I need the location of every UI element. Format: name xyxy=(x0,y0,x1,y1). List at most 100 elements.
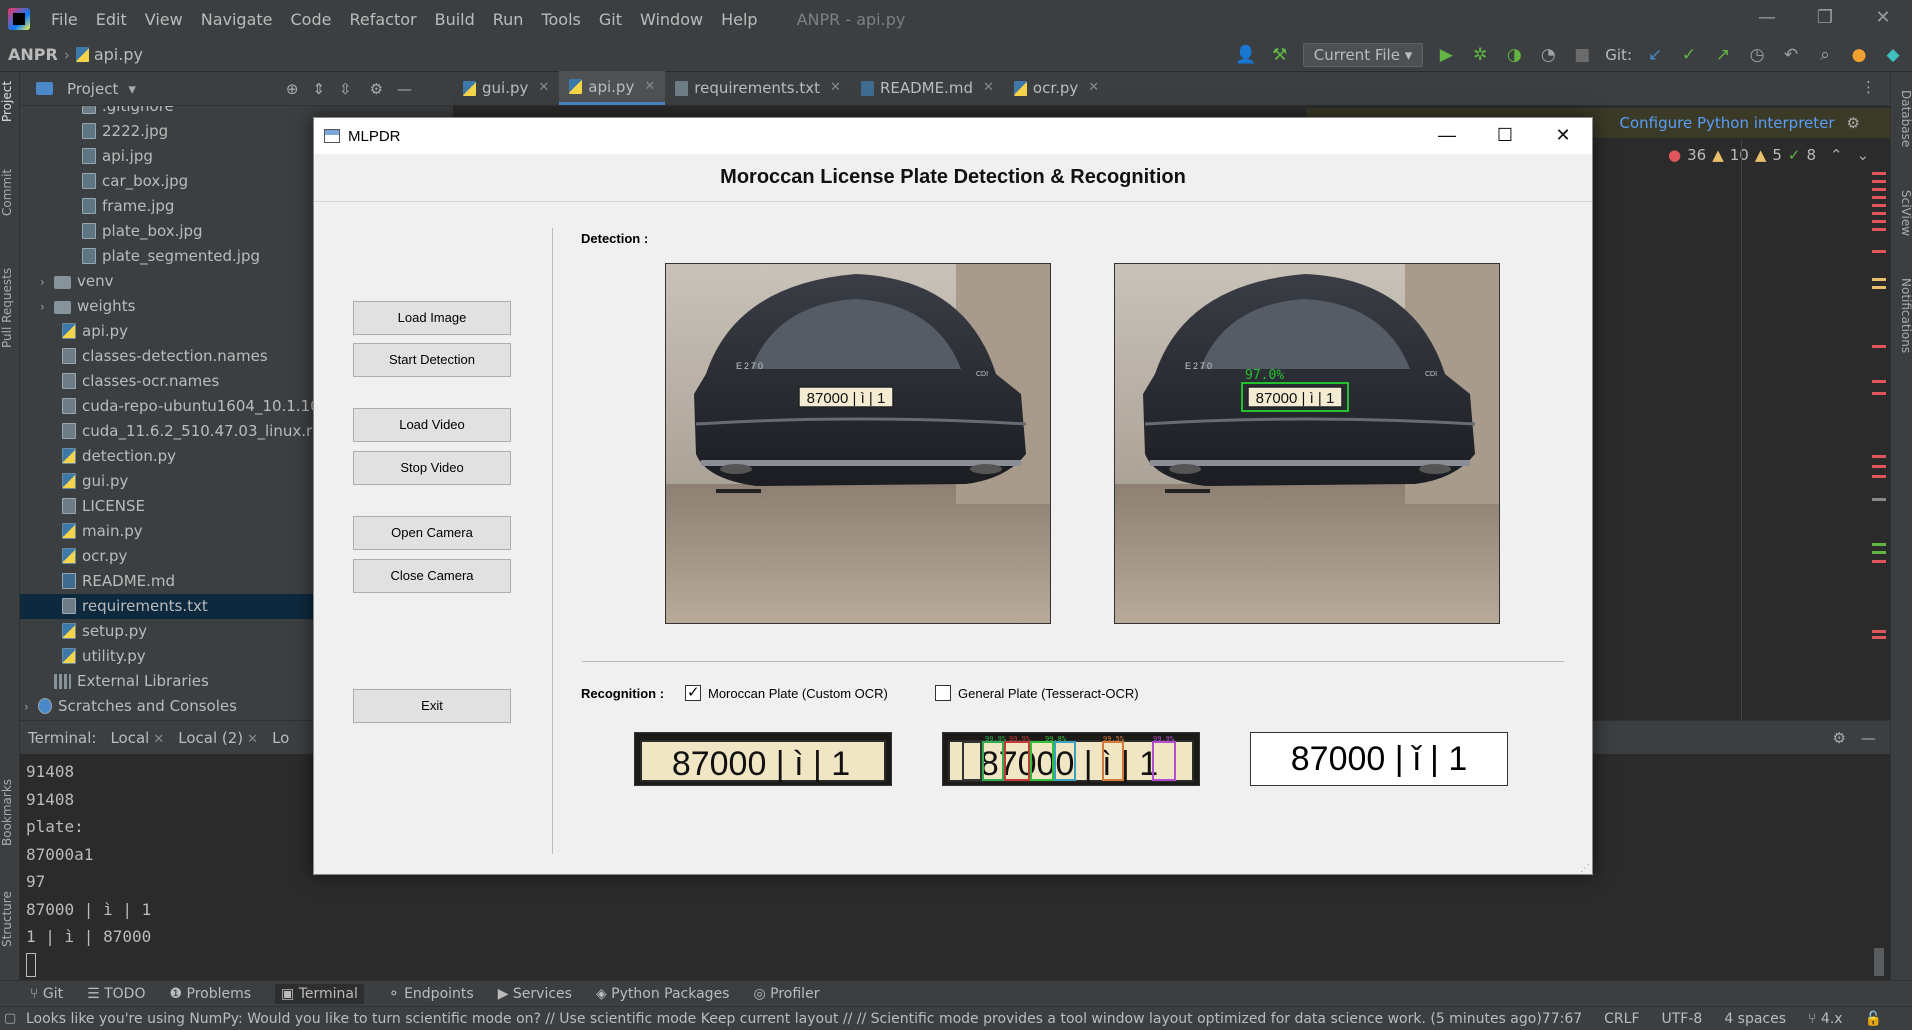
coverage-icon[interactable]: ◑ xyxy=(1503,45,1525,65)
stop-video-button[interactable]: Stop Video xyxy=(353,451,511,485)
minimize-icon[interactable]: — xyxy=(1418,118,1476,154)
gutter-error-mark[interactable] xyxy=(1872,475,1886,478)
close-tab-icon[interactable]: ✕ xyxy=(1088,71,1099,105)
endpoints-tool-button[interactable]: ⚬ Endpoints xyxy=(388,986,474,1002)
inspection-widget[interactable]: ● 36 ▲ 10 ▲ 5 ✓ 8 ⌃ ⌄ xyxy=(1668,146,1869,164)
load-image-button[interactable]: Load Image xyxy=(353,301,511,335)
checkbox-unchecked-icon[interactable] xyxy=(935,685,951,701)
close-tab-icon[interactable]: ✕ xyxy=(538,71,549,105)
gutter-error-mark[interactable] xyxy=(1872,465,1886,468)
gutter-error-mark[interactable] xyxy=(1872,345,1886,348)
close-icon[interactable]: ✕ xyxy=(1534,118,1592,154)
configure-interpreter-link[interactable]: Configure Python interpreter xyxy=(1620,114,1835,132)
profile-icon[interactable]: ◔ xyxy=(1537,45,1559,65)
stop-icon[interactable]: ■ xyxy=(1571,45,1593,65)
chevron-right-icon[interactable]: › xyxy=(40,295,54,320)
editor-tab-requirements-txt[interactable]: requirements.txt ✕ xyxy=(665,71,851,105)
database-tool-tab[interactable]: Database xyxy=(1893,90,1912,160)
gutter-info-mark[interactable] xyxy=(1872,498,1886,501)
caret-position[interactable]: 77:67 xyxy=(1542,1011,1582,1027)
user-icon[interactable]: 👤 xyxy=(1235,45,1257,65)
structure-tool-tab[interactable]: Structure xyxy=(0,884,20,954)
gutter-error-mark[interactable] xyxy=(1872,560,1886,563)
exit-button[interactable]: Exit xyxy=(353,689,511,723)
rollback-icon[interactable]: ↶ xyxy=(1780,45,1802,65)
menu-window[interactable]: Window xyxy=(631,10,712,29)
close-icon[interactable]: ✕ xyxy=(153,732,164,747)
terminal-scrollbar[interactable] xyxy=(1874,948,1884,976)
expand-all-icon[interactable]: ⇕ xyxy=(312,80,325,98)
breadcrumb-file[interactable]: api.py xyxy=(94,45,143,64)
bookmarks-tool-tab[interactable]: Bookmarks xyxy=(0,772,20,852)
chevron-down-icon[interactable]: ▾ xyxy=(128,80,136,98)
editor-tab-readme-md[interactable]: README.md ✕ xyxy=(851,71,1004,105)
menu-file[interactable]: File xyxy=(42,10,87,29)
git-push-icon[interactable]: ↗ xyxy=(1712,45,1734,65)
tesseract-ocr-checkbox[interactable]: General Plate (Tesseract-OCR) xyxy=(935,685,1139,701)
notifications-tool-tab[interactable]: Notifications xyxy=(1893,278,1912,374)
debug-icon[interactable]: ✲ xyxy=(1469,45,1491,65)
menu-tools[interactable]: Tools xyxy=(532,10,589,29)
gutter-error-mark[interactable] xyxy=(1872,228,1886,231)
status-message[interactable]: Looks like you're using NumPy: Would you… xyxy=(26,1011,1542,1027)
close-camera-button[interactable]: Close Camera xyxy=(353,559,511,593)
git-branch[interactable]: ⑂ 4.x xyxy=(1808,1011,1843,1027)
close-tab-icon[interactable]: ✕ xyxy=(830,71,841,105)
menu-code[interactable]: Code xyxy=(282,10,341,29)
toggle-tool-windows-icon[interactable]: ▢ xyxy=(4,1011,16,1026)
terminal-prompt[interactable] xyxy=(26,951,1884,979)
todo-tool-button[interactable]: ☰ TODO xyxy=(87,986,145,1002)
more-tabs-icon[interactable]: ⋮ xyxy=(1861,78,1876,96)
problems-tool-button[interactable]: ❶ Problems xyxy=(169,986,251,1002)
close-tab-icon[interactable]: ✕ xyxy=(983,71,994,105)
gutter-error-mark[interactable] xyxy=(1872,636,1886,639)
gutter-error-mark[interactable] xyxy=(1872,196,1886,199)
close-icon[interactable]: ✕ xyxy=(1854,0,1912,38)
gutter-ok-mark[interactable] xyxy=(1872,551,1886,554)
menu-view[interactable]: View xyxy=(136,10,192,29)
jetbrains-icon[interactable]: ◆ xyxy=(1882,45,1904,65)
chevron-right-icon[interactable]: › xyxy=(40,270,54,295)
terminal-tool-button[interactable]: ▣ Terminal xyxy=(275,983,364,1004)
update-icon[interactable]: ● xyxy=(1848,45,1870,65)
gutter-error-mark[interactable] xyxy=(1872,380,1886,383)
banner-gear-icon[interactable]: ⚙ xyxy=(1847,114,1860,132)
build-hammer-icon[interactable]: ⚒ xyxy=(1269,45,1291,65)
project-panel-title[interactable]: Project xyxy=(67,80,118,98)
indent-setting[interactable]: 4 spaces xyxy=(1724,1011,1786,1027)
menu-build[interactable]: Build xyxy=(426,10,484,29)
terminal-tab-3[interactable]: Lo xyxy=(272,729,289,747)
editor-tab-ocr-py[interactable]: ocr.py ✕ xyxy=(1004,71,1109,105)
gutter-warning-mark[interactable] xyxy=(1872,278,1886,281)
git-tool-button[interactable]: ⑂ Git xyxy=(30,986,63,1002)
lock-icon[interactable]: 🔓 xyxy=(1865,1011,1882,1027)
commit-tool-tab[interactable]: Commit xyxy=(0,162,20,222)
menu-run[interactable]: Run xyxy=(484,10,533,29)
git-commit-icon[interactable]: ✓ xyxy=(1678,45,1700,65)
restore-icon[interactable]: ❐ xyxy=(1796,0,1854,38)
chevron-right-icon[interactable]: › xyxy=(24,695,38,720)
open-camera-button[interactable]: Open Camera xyxy=(353,516,511,550)
close-tab-icon[interactable]: ✕ xyxy=(644,70,655,104)
run-icon[interactable]: ▶ xyxy=(1435,45,1457,65)
gutter-warning-mark[interactable] xyxy=(1872,286,1886,289)
custom-ocr-checkbox[interactable]: Moroccan Plate (Custom OCR) xyxy=(685,683,888,701)
gear-icon[interactable]: ⚙ xyxy=(370,80,383,98)
hide-icon[interactable]: — xyxy=(397,80,412,98)
search-icon[interactable]: ⌕ xyxy=(1814,45,1836,65)
maximize-icon[interactable]: ☐ xyxy=(1476,118,1534,154)
start-detection-button[interactable]: Start Detection xyxy=(353,343,511,377)
git-update-icon[interactable]: ↙ xyxy=(1644,45,1666,65)
gutter-ok-mark[interactable] xyxy=(1872,543,1886,546)
gutter-error-mark[interactable] xyxy=(1872,455,1886,458)
menu-help[interactable]: Help xyxy=(712,10,766,29)
close-icon[interactable]: ✕ xyxy=(247,732,258,747)
services-tool-button[interactable]: ▶ Services xyxy=(498,986,572,1002)
hide-icon[interactable]: — xyxy=(1861,729,1876,747)
collapse-all-icon[interactable]: ⇳ xyxy=(339,80,352,98)
git-history-icon[interactable]: ◷ xyxy=(1746,45,1768,65)
profiler-tool-button[interactable]: ◎ Profiler xyxy=(753,986,819,1002)
terminal-tab-local-2[interactable]: Local (2) ✕ xyxy=(178,729,258,747)
gear-icon[interactable]: ⚙ xyxy=(1833,729,1846,747)
chevron-up-icon[interactable]: ⌃ xyxy=(1830,146,1843,164)
